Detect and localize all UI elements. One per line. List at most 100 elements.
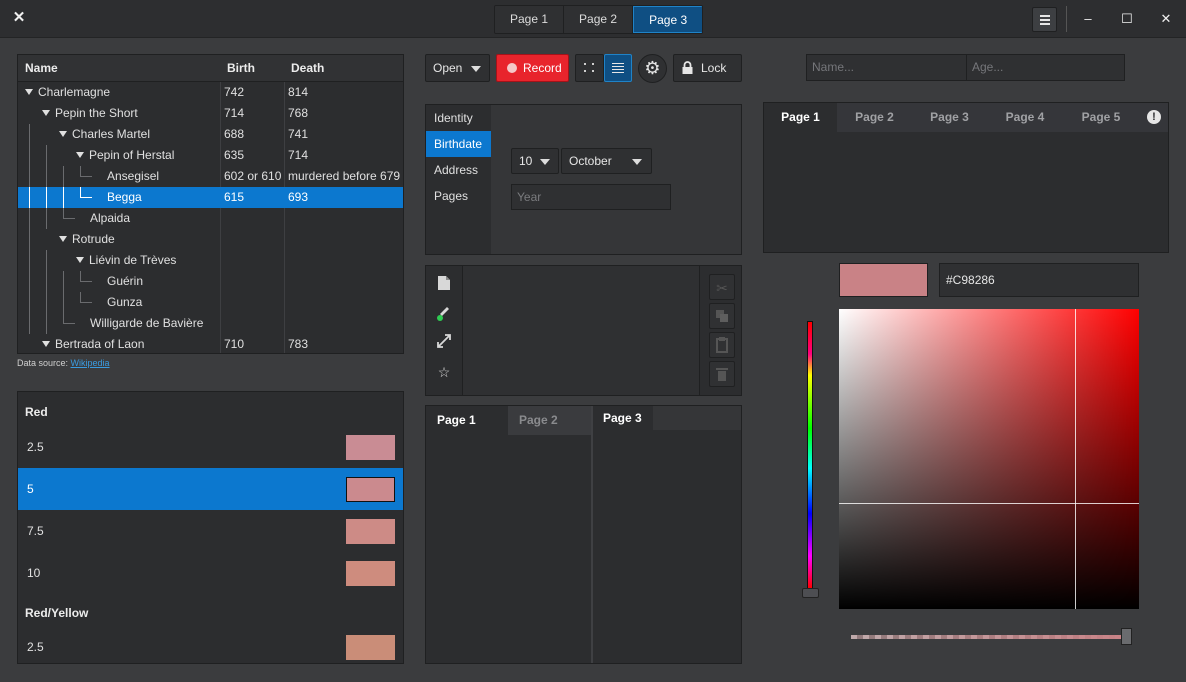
list-item[interactable]: 2.5 [18, 626, 403, 663]
tree-guide [29, 313, 30, 334]
header-death[interactable]: Death [291, 61, 324, 75]
window-close-button[interactable]: ✕ [1154, 7, 1178, 31]
table-row[interactable]: Ansegisel 602 or 610 murdered before 679 [18, 166, 403, 187]
expand-arrow-icon[interactable] [42, 340, 50, 347]
year-input[interactable]: Year [511, 184, 671, 210]
expand-icon[interactable] [434, 333, 454, 353]
tab-page-1[interactable]: Page 1 [764, 103, 837, 132]
tab-page-2[interactable]: Page 2 [564, 6, 634, 33]
tab-page-3[interactable]: Page 3 [593, 406, 653, 430]
expand-arrow-icon[interactable] [76, 256, 84, 263]
table-row[interactable]: Bertrada of Laon 710 783 [18, 334, 403, 353]
tree-guide [63, 187, 64, 208]
hue-slider[interactable] [807, 321, 813, 589]
tree-guide [29, 292, 30, 313]
table-row[interactable]: Charles Martel 688 741 [18, 124, 403, 145]
expand-arrow-icon[interactable] [59, 235, 67, 242]
table-row[interactable]: Guérin [18, 271, 403, 292]
tab-page-3[interactable]: Page 3 [912, 103, 987, 132]
alpha-slider[interactable] [851, 635, 1127, 639]
tree-node-name: Pepin the Short [42, 103, 138, 124]
tab-panel: Page 1 Page 2 Page 3 Page 4 Page 5 ! [763, 102, 1169, 253]
tab-page-3[interactable]: Page 3 [633, 6, 703, 33]
hex-input[interactable]: #C98286 [939, 263, 1139, 297]
header-name[interactable]: Name [25, 61, 58, 75]
star-icon[interactable]: ☆ [434, 362, 454, 382]
hue-slider-handle[interactable] [802, 588, 819, 598]
table-row[interactable]: Pepin the Short 714 768 [18, 103, 403, 124]
list-item-value: 5 [27, 482, 34, 496]
eyedropper-icon[interactable] [434, 304, 454, 324]
settings-button[interactable]: ⚙ [638, 54, 667, 83]
tab-page-1[interactable]: Page 1 [495, 6, 565, 33]
lock-label: Lock [701, 61, 727, 75]
tree-node-name: Ansegisel [107, 169, 160, 183]
file-icon[interactable] [434, 275, 454, 295]
day-select[interactable]: 10 [511, 148, 559, 174]
close-icon[interactable]: ✕ [10, 9, 28, 27]
tab-page-2[interactable]: Page 2 [508, 406, 591, 435]
table-row[interactable]: Begga 615 693 [18, 187, 403, 208]
tab-birthdate[interactable]: Birthdate [426, 131, 491, 157]
tree-guide [46, 187, 47, 208]
minimize-button[interactable]: – [1076, 7, 1100, 31]
record-button[interactable]: Record [496, 54, 569, 82]
paste-icon[interactable] [709, 332, 735, 358]
expand-arrow-icon[interactable] [25, 88, 33, 95]
maximize-button[interactable]: ☐ [1115, 7, 1139, 31]
table-row[interactable]: Gunza [18, 292, 403, 313]
alert-icon[interactable]: ! [1147, 110, 1161, 124]
tree-guide [63, 271, 64, 292]
expand-arrow-icon[interactable] [42, 109, 50, 116]
birth-cell: 742 [224, 85, 245, 99]
tree-guide [46, 250, 47, 271]
table-row[interactable]: Willigarde de Bavière [18, 313, 403, 334]
hamburger-menu-button[interactable] [1032, 7, 1057, 32]
tab-pages[interactable]: Pages [426, 183, 491, 209]
expand-arrow-icon[interactable] [76, 151, 84, 158]
list-item[interactable]: 10 [18, 552, 403, 594]
list-item[interactable]: 2.5 [18, 426, 403, 468]
tab-page-5[interactable]: Page 5 [1063, 103, 1139, 132]
month-select[interactable]: October [561, 148, 652, 174]
death-cell: 714 [288, 148, 309, 162]
cut-icon[interactable]: ✂ [709, 274, 735, 300]
table-header: Name Birth Death [18, 55, 403, 82]
saturation-value-picker[interactable] [839, 309, 1139, 609]
open-dropdown-button[interactable]: Open [425, 54, 490, 82]
menu-icon [1040, 15, 1050, 17]
copy-icon[interactable] [709, 303, 735, 329]
tab-page-1[interactable]: Page 1 [426, 406, 508, 435]
expand-arrow-icon[interactable] [59, 130, 67, 137]
tab-page-2[interactable]: Page 2 [837, 103, 912, 132]
tree-node-name: Willigarde de Bavière [90, 316, 204, 330]
lock-icon [682, 61, 693, 74]
year-placeholder: Year [517, 190, 542, 204]
table-row[interactable]: Liévin de Trèves [18, 250, 403, 271]
birth-cell: 714 [224, 106, 245, 120]
death-cell: murdered before 679 [288, 169, 401, 183]
header-birth[interactable]: Birth [227, 61, 255, 75]
tree-guide [80, 302, 92, 303]
tree-node-name: Alpaida [90, 211, 131, 225]
list-item[interactable]: 5 [18, 468, 403, 510]
trash-icon[interactable] [709, 361, 735, 387]
wikipedia-link[interactable]: Wikipedia [71, 358, 110, 368]
table-row[interactable]: Rotrude [18, 229, 403, 250]
tab-identity[interactable]: Identity [426, 105, 491, 131]
list-view-button[interactable] [604, 54, 632, 82]
birthdate-form: 10 October Year [491, 105, 741, 254]
list-item[interactable]: 7.5 [18, 510, 403, 552]
table-row[interactable]: Pepin of Herstal 635 714 [18, 145, 403, 166]
table-row[interactable]: Charlemagne 742 814 [18, 82, 403, 103]
tree-guide [63, 166, 64, 187]
lock-button[interactable]: Lock [673, 54, 742, 82]
name-input[interactable]: Name... [806, 54, 967, 81]
grid-view-button[interactable] [575, 54, 604, 82]
tab-address[interactable]: Address [426, 157, 491, 183]
age-input[interactable]: Age... [966, 54, 1125, 81]
grid-icon [584, 63, 594, 72]
tab-page-4[interactable]: Page 4 [987, 103, 1063, 132]
alpha-slider-handle[interactable] [1121, 628, 1132, 645]
table-row[interactable]: Alpaida [18, 208, 403, 229]
